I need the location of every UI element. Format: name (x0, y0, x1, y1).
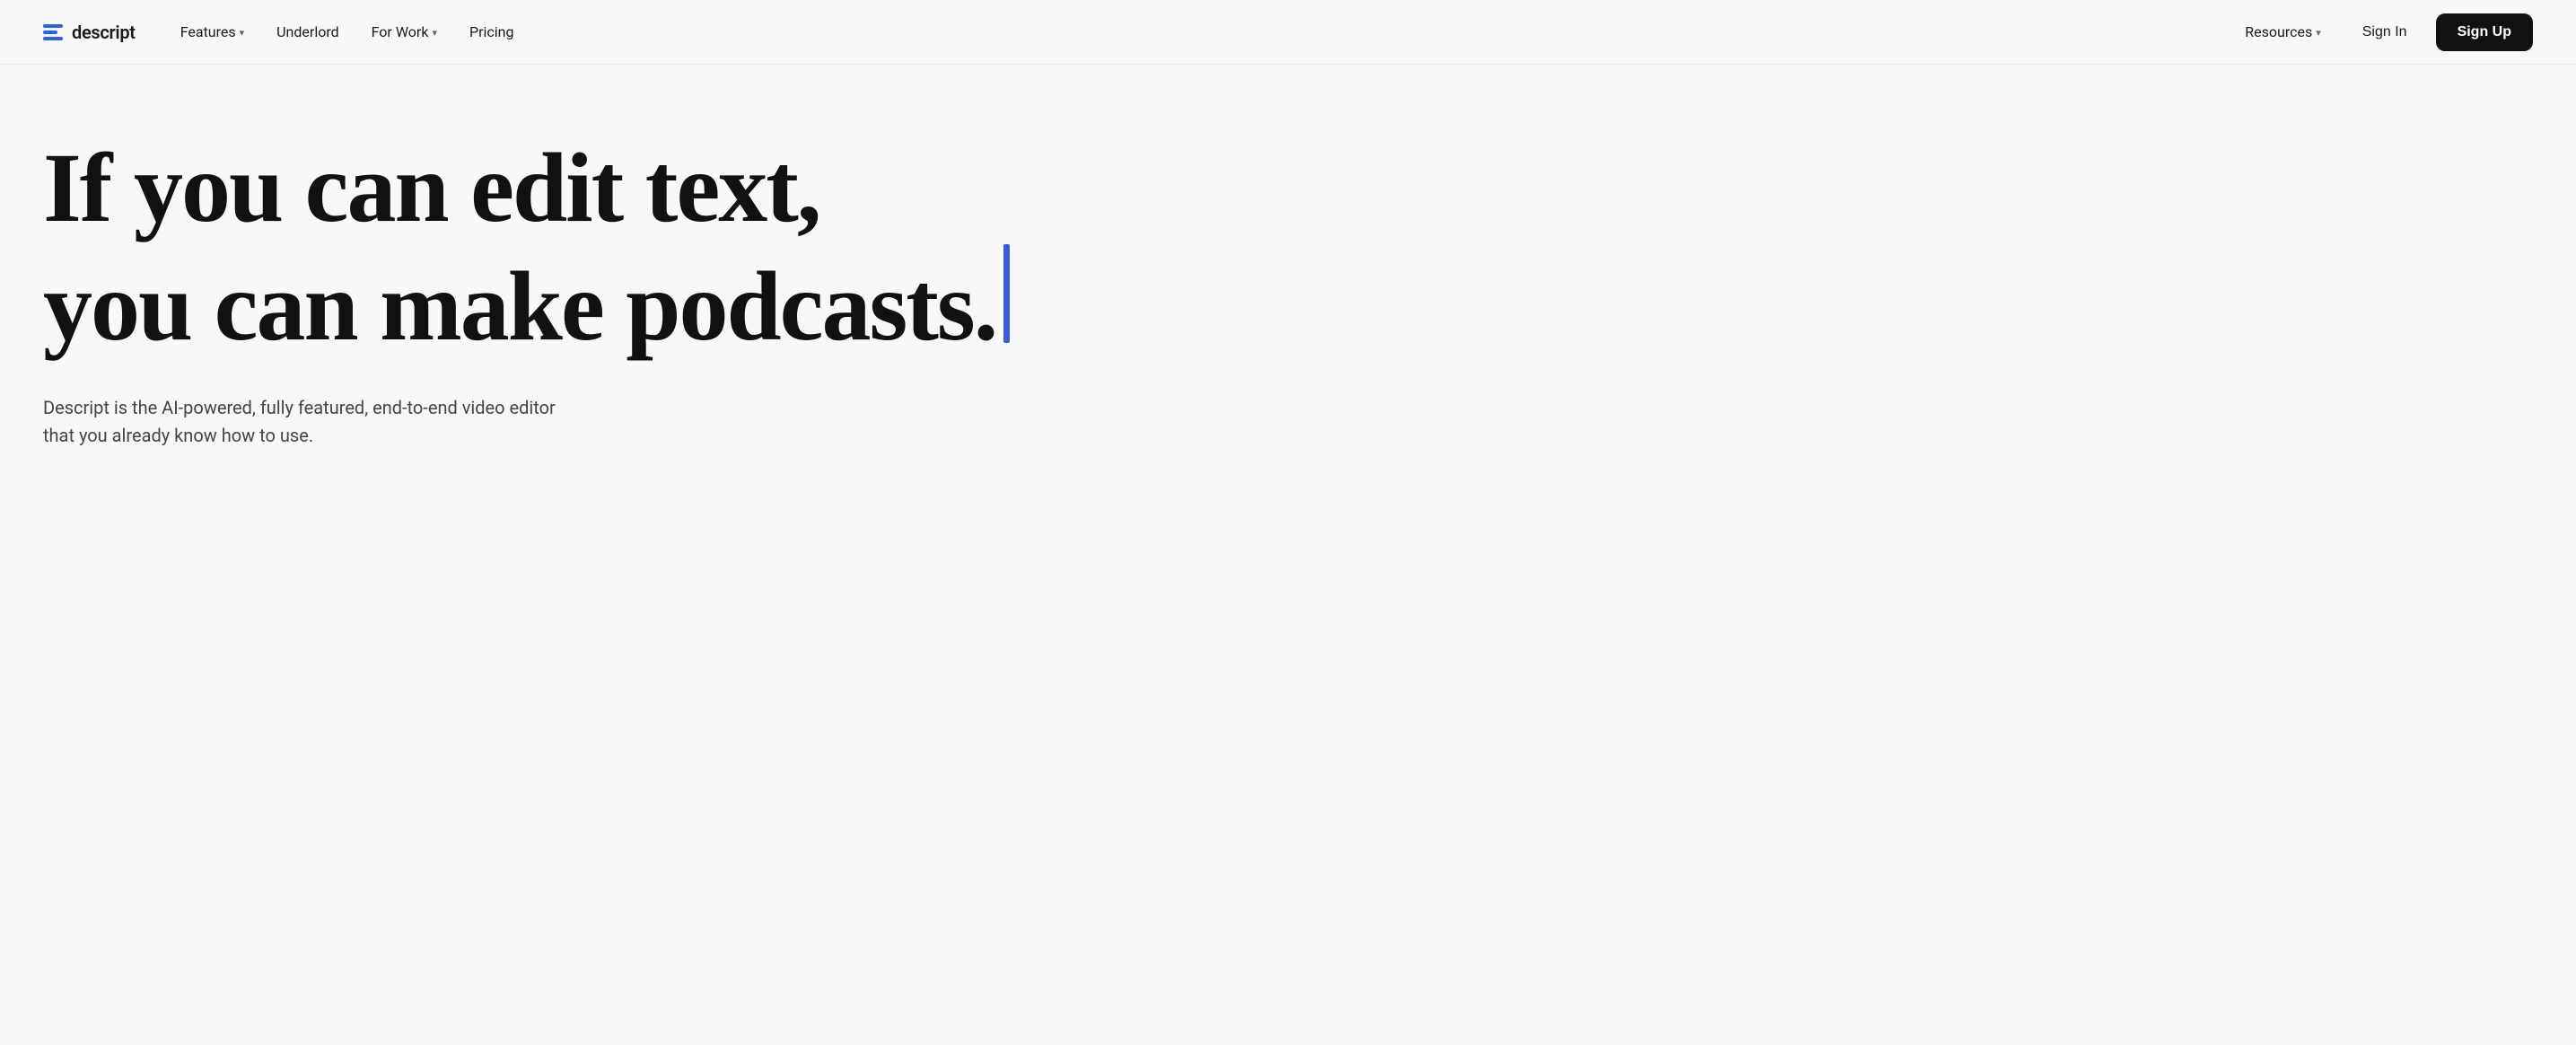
nav-links: Features ▾ Underlord For Work ▾ Pricing (168, 16, 527, 48)
hero-section: If you can edit text, you can make podca… (0, 65, 1257, 504)
text-cursor (1003, 244, 1010, 343)
hero-subtext-line2: that you already know how to use. (43, 425, 313, 446)
nav-link-underlord[interactable]: Underlord (264, 16, 351, 48)
nav-link-resources[interactable]: Resources ▾ (2232, 16, 2333, 48)
nav-link-forwork[interactable]: For Work ▾ (359, 16, 450, 48)
hero-headline-line2: you can make podcasts. (43, 241, 1214, 359)
logo[interactable]: descript (43, 22, 136, 43)
hero-headline-line1: If you can edit text, (43, 136, 1214, 241)
sign-in-button[interactable]: Sign In (2344, 15, 2425, 49)
nav-link-pricing[interactable]: Pricing (457, 16, 527, 48)
chevron-down-icon: ▾ (240, 27, 245, 39)
nav-right: Resources ▾ Sign In Sign Up (2232, 13, 2533, 51)
nav-link-features-label: Features (180, 23, 236, 40)
sign-up-button[interactable]: Sign Up (2436, 13, 2533, 51)
nav-link-pricing-label: Pricing (469, 23, 514, 40)
headline-line2-text: you can make podcasts. (43, 255, 996, 359)
chevron-down-icon: ▾ (2316, 27, 2321, 39)
nav-link-features[interactable]: Features ▾ (168, 16, 257, 48)
headline-line1-text: If you can edit text, (43, 136, 819, 241)
navbar: descript Features ▾ Underlord For Work ▾… (0, 0, 2576, 65)
nav-link-resources-label: Resources (2245, 23, 2312, 40)
hero-subtext: Descript is the AI-powered, fully featur… (43, 394, 564, 450)
nav-link-forwork-label: For Work (372, 23, 429, 40)
hero-subtext-line1: Descript is the AI-powered, fully featur… (43, 397, 556, 418)
logo-icon (43, 24, 63, 40)
nav-link-underlord-label: Underlord (276, 23, 338, 40)
logo-text: descript (72, 22, 136, 43)
hero-headline: If you can edit text, you can make podca… (43, 136, 1214, 358)
chevron-down-icon: ▾ (432, 27, 437, 39)
nav-left: descript Features ▾ Underlord For Work ▾… (43, 16, 526, 48)
